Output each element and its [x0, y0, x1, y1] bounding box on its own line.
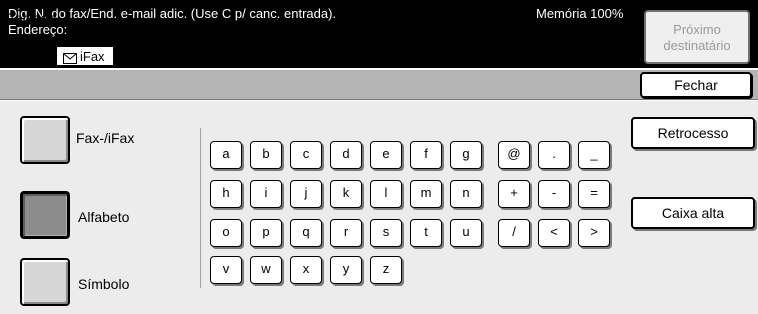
key-s[interactable]: s — [370, 219, 402, 247]
envelope-icon — [63, 53, 77, 64]
key-underscore[interactable]: _ — [578, 141, 610, 169]
key-p[interactable]: p — [250, 219, 282, 247]
key-t[interactable]: t — [410, 219, 442, 247]
key-f[interactable]: f — [410, 141, 442, 169]
letter-row-1: a b c d e f g — [210, 141, 482, 169]
key-v[interactable]: v — [210, 256, 242, 284]
key-l[interactable]: l — [370, 180, 402, 208]
key-plus[interactable]: + — [498, 180, 530, 208]
key-i[interactable]: i — [250, 180, 282, 208]
alphabet-mode-button[interactable] — [20, 191, 70, 239]
letter-row-4: v w x y z — [210, 256, 402, 284]
fax-ifax-mode-label: Fax-/iFax — [76, 130, 135, 146]
key-n[interactable]: n — [450, 180, 482, 208]
key-at[interactable]: @ — [498, 141, 530, 169]
key-c[interactable]: c — [290, 141, 322, 169]
key-greater-than[interactable]: > — [578, 219, 610, 247]
key-less-than[interactable]: < — [538, 219, 570, 247]
key-x[interactable]: x — [290, 256, 322, 284]
key-h[interactable]: h — [210, 180, 242, 208]
key-r[interactable]: r — [330, 219, 362, 247]
letter-row-3: o p q r s t u — [210, 219, 482, 247]
fax-ifax-mode-button[interactable] — [20, 116, 70, 164]
key-equals[interactable]: = — [578, 180, 610, 208]
key-u[interactable]: u — [450, 219, 482, 247]
key-g[interactable]: g — [450, 141, 482, 169]
key-slash[interactable]: / — [498, 219, 530, 247]
symbol-row-1: @ . _ — [498, 141, 610, 169]
backspace-button[interactable]: Retrocesso — [631, 117, 755, 149]
caps-button[interactable]: Caixa alta — [631, 197, 755, 229]
key-d[interactable]: d — [330, 141, 362, 169]
key-period[interactable]: . — [538, 141, 570, 169]
key-k[interactable]: k — [330, 180, 362, 208]
key-minus[interactable]: - — [538, 180, 570, 208]
symbol-mode-button[interactable] — [20, 258, 70, 306]
key-b[interactable]: b — [250, 141, 282, 169]
letter-row-2: h i j k l m n — [210, 180, 482, 208]
next-recipient-button[interactable]: Próximo destinatário — [644, 10, 750, 64]
close-button[interactable]: Fechar — [640, 72, 752, 98]
memory-status: Memória 100% — [536, 6, 624, 21]
page-title: Teclado — [8, 10, 57, 26]
key-y[interactable]: y — [330, 256, 362, 284]
symbol-row-3: / < > — [498, 219, 610, 247]
symbol-row-2: + - = — [498, 180, 610, 208]
instruction-text: Dig. N. do fax/End. e-mail adic. (Use C … — [8, 6, 337, 21]
next-recipient-label-2: destinatário — [663, 38, 731, 53]
key-w[interactable]: w — [250, 256, 282, 284]
mode-divider — [200, 128, 201, 288]
key-j[interactable]: j — [290, 180, 322, 208]
alphabet-mode-label: Alfabeto — [78, 209, 130, 225]
key-z[interactable]: z — [370, 256, 402, 284]
next-recipient-label-1: Próximo — [673, 22, 721, 37]
address-field[interactable]: iFax — [56, 46, 114, 66]
address-value: iFax — [80, 49, 105, 64]
key-o[interactable]: o — [210, 219, 242, 247]
key-m[interactable]: m — [410, 180, 442, 208]
key-a[interactable]: a — [210, 141, 242, 169]
symbol-mode-label: Símbolo — [78, 276, 130, 292]
key-q[interactable]: q — [290, 219, 322, 247]
key-e[interactable]: e — [370, 141, 402, 169]
